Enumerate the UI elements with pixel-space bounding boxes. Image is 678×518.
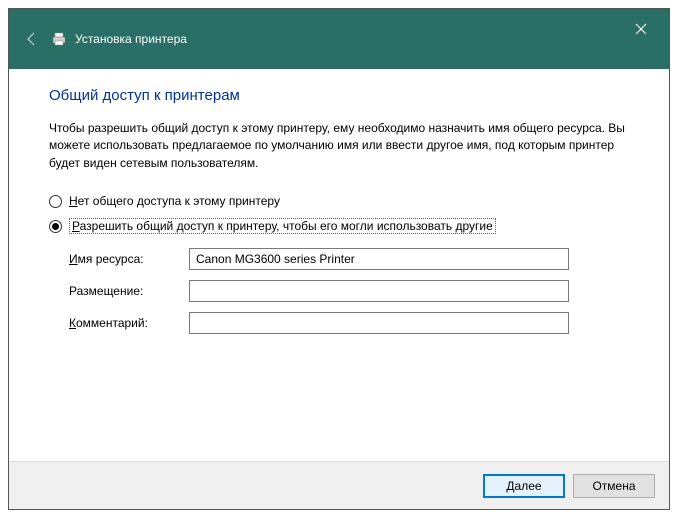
radio-no-share[interactable]: Нет общего доступа к этому принтеру	[49, 194, 629, 208]
cancel-button[interactable]: Отмена	[573, 474, 655, 498]
row-resource-name: Имя ресурса:	[69, 248, 629, 270]
content-area: Общий доступ к принтерам Чтобы разрешить…	[9, 69, 669, 461]
label-resource-name: Имя ресурса:	[69, 252, 189, 266]
radio-share-input[interactable]	[49, 220, 62, 233]
description-text: Чтобы разрешить общий доступ к этому при…	[49, 120, 629, 172]
radio-share[interactable]: Разрешить общий доступ к принтеру, чтобы…	[49, 218, 629, 234]
radio-no-share-label: Нет общего доступа к этому принтеру	[69, 194, 280, 208]
back-button[interactable]	[23, 30, 41, 48]
titlebar: Установка принтера	[9, 9, 669, 69]
row-comment: Комментарий:	[69, 312, 629, 334]
page-heading: Общий доступ к принтерам	[49, 87, 629, 104]
titlebar-title: Установка принтера	[75, 32, 187, 46]
label-comment: Комментарий:	[69, 316, 189, 330]
next-button[interactable]: Далее	[483, 474, 565, 498]
input-comment[interactable]	[189, 312, 569, 334]
share-form: Имя ресурса: Размещение: Комментарий:	[49, 248, 629, 334]
radio-no-share-input[interactable]	[49, 195, 62, 208]
printer-icon	[51, 31, 67, 47]
input-location[interactable]	[189, 280, 569, 302]
printer-wizard-window: Установка принтера Общий доступ к принте…	[8, 8, 670, 510]
input-resource-name[interactable]	[189, 248, 569, 270]
footer: Далее Отмена	[9, 461, 669, 509]
close-button[interactable]	[621, 15, 661, 43]
radio-share-label: Разрешить общий доступ к принтеру, чтобы…	[69, 218, 496, 234]
row-location: Размещение:	[69, 280, 629, 302]
label-location: Размещение:	[69, 284, 189, 298]
